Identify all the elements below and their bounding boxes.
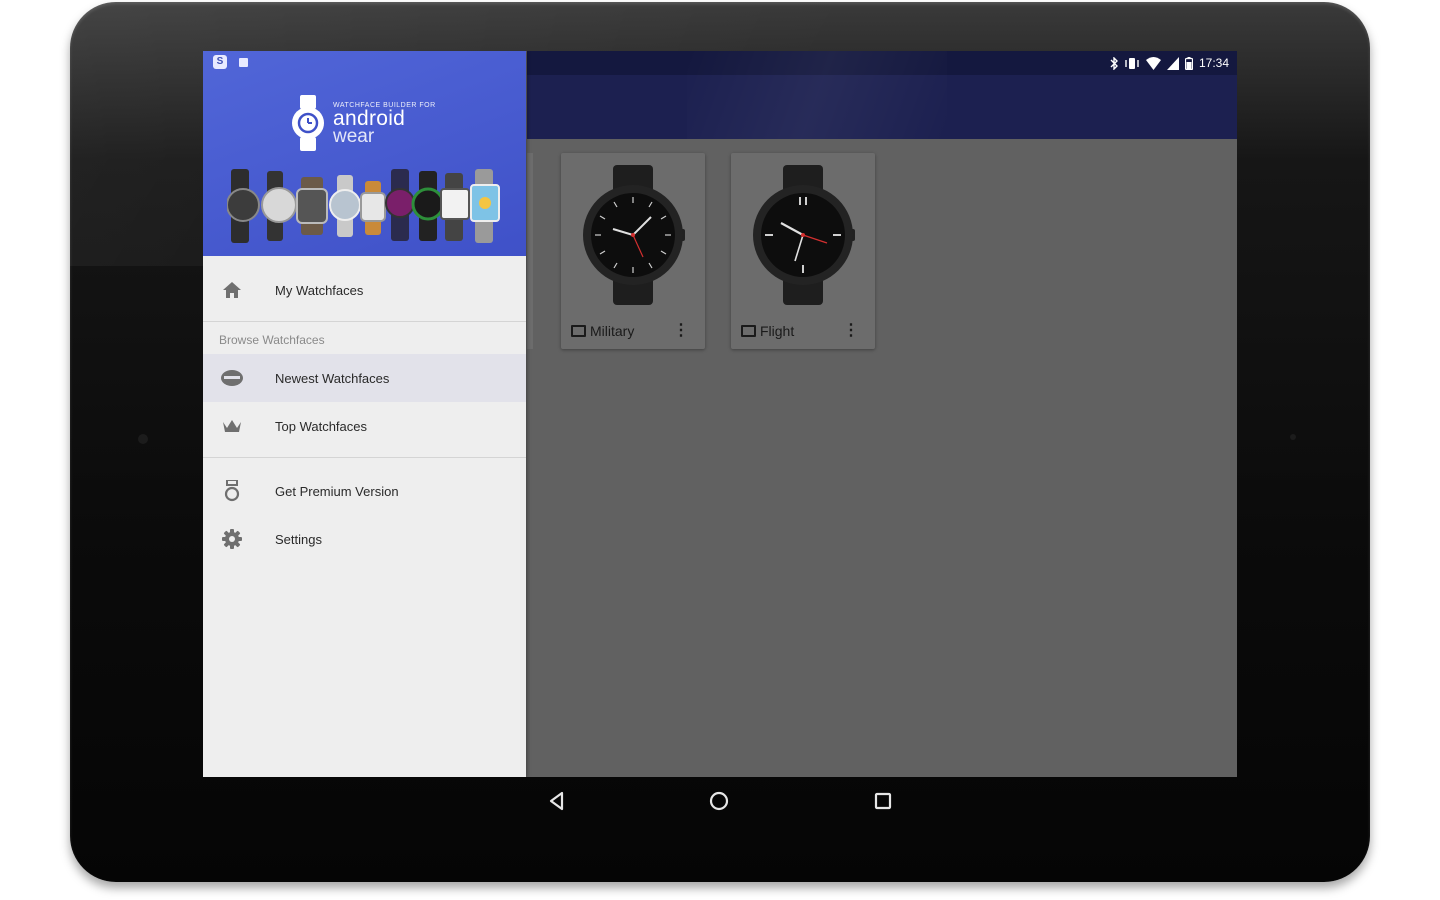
gear-icon: [221, 528, 243, 550]
recents-icon[interactable]: [871, 789, 895, 813]
sensor: [1290, 434, 1296, 440]
status-icons: 17:34: [1110, 55, 1229, 71]
status-time: 17:34: [1198, 56, 1229, 70]
watchface-card-flight[interactable]: Flight ⋮: [731, 153, 875, 349]
crown-icon: [221, 415, 243, 437]
nav-my-watchfaces[interactable]: My Watchfaces: [203, 266, 526, 314]
new-badge-icon: [221, 367, 243, 389]
notification-icons: S: [213, 55, 248, 69]
app-notification-icon: S: [213, 55, 227, 69]
vibrate-icon: [1125, 57, 1139, 69]
back-icon[interactable]: [545, 789, 569, 813]
divider: [203, 457, 526, 458]
section-header: Browse Watchfaces: [219, 333, 325, 347]
watchface-card-military[interactable]: Military ⋮: [561, 153, 705, 349]
app-bar: 17:34: [527, 51, 1237, 139]
nav-newest-watchfaces[interactable]: Newest Watchfaces: [203, 354, 526, 402]
home-button-icon[interactable]: [707, 789, 731, 813]
watch-collection-image: [227, 169, 500, 243]
more-menu-icon[interactable]: ⋮: [673, 323, 689, 339]
home-icon: [221, 279, 243, 301]
nav-top-watchfaces[interactable]: Top Watchfaces: [203, 402, 526, 450]
bluetooth-icon: [1110, 56, 1118, 70]
more-menu-icon[interactable]: ⋮: [843, 323, 859, 339]
stop-notification-icon: [239, 57, 248, 67]
drawer-header: S WATCHFACE BUILDER FOR android wear: [203, 51, 526, 256]
medal-icon: [221, 480, 243, 502]
watch-logo-icon: [292, 95, 324, 151]
nav-settings[interactable]: Settings: [203, 515, 526, 563]
navigation-drawer: S WATCHFACE BUILDER FOR android wear My …: [203, 51, 526, 777]
app-logo: WATCHFACE BUILDER FOR android wear: [291, 95, 436, 151]
watch-shape-icon: [741, 325, 756, 337]
divider: [203, 321, 526, 322]
front-camera: [138, 434, 148, 444]
wifi-icon: [1145, 56, 1161, 70]
signal-icon: [1166, 56, 1179, 70]
battery-icon: [1184, 56, 1193, 70]
card-title: Flight: [741, 323, 794, 339]
screen: 17:34 Military ⋮ Flight ⋮ S WATCHFACE BU…: [203, 51, 1237, 777]
watchface-grid: Military ⋮ Flight ⋮: [527, 139, 1237, 777]
watchface-preview: [753, 165, 855, 305]
nav-get-premium[interactable]: Get Premium Version: [203, 467, 526, 515]
card-title: Military: [571, 323, 634, 339]
partial-card: [527, 153, 533, 349]
system-navigation-bar: [203, 777, 1237, 825]
watch-shape-icon: [571, 325, 586, 337]
watchface-preview: [583, 165, 685, 305]
